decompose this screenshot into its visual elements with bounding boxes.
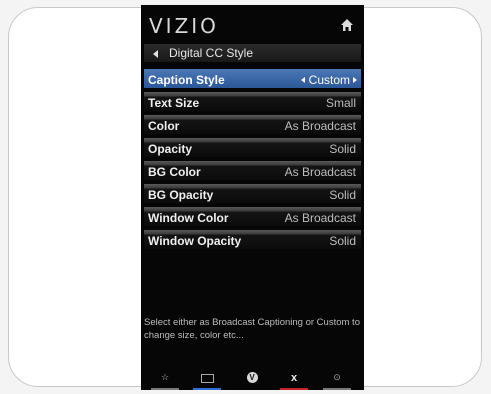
setting-label: Window Color [148,211,229,225]
setting-label: Opacity [148,142,193,156]
setting-label: BG Opacity [148,188,214,202]
setting-value: Solid [329,188,356,202]
settings-list: Caption Style Custom Text Size Small Col… [144,69,361,253]
menu-title-bar[interactable]: Digital CC Style [144,44,361,62]
setting-label: Color [148,119,180,133]
button-underline [151,388,179,390]
setting-label: Text Size [148,96,200,110]
home-icon[interactable] [340,18,354,32]
vizio-logo: VIZIO [149,14,219,38]
setting-row-bg-opacity[interactable]: BG Opacity Solid [144,184,361,203]
dot-icon: ⊙ [333,372,341,382]
setting-row-caption-style[interactable]: Caption Style Custom [144,69,361,88]
exit-button[interactable]: x [276,372,312,390]
button-underline [193,388,221,390]
setting-row-window-color[interactable]: Window Color As Broadcast [144,207,361,226]
setting-row-opacity[interactable]: Opacity Solid [144,138,361,157]
left-arrow-icon[interactable] [300,77,305,83]
right-arrow-icon[interactable] [353,77,357,83]
setting-value: Small [325,96,356,110]
star-icon: ☆ [160,372,170,382]
setting-row-bg-color[interactable]: BG Color As Broadcast [144,161,361,180]
button-underline [280,388,308,390]
input-button[interactable] [189,372,225,390]
menu-title: Digital CC Style [169,46,254,60]
setting-label: Caption Style [148,73,225,87]
help-description: Select either as Broadcast Captioning or… [144,317,360,341]
remote-button-bar: ☆ V x ⊙ [141,368,364,390]
setting-row-text-size[interactable]: Text Size Small [144,92,361,111]
setting-value: As Broadcast [284,211,356,225]
close-icon: x [290,372,298,384]
vizio-v-button[interactable]: V [234,372,270,386]
input-box-icon [200,374,214,383]
star-button[interactable]: ☆ [147,372,183,390]
setting-label: Window Opacity [148,234,242,248]
button-underline [323,388,351,390]
setting-value: Solid [329,234,356,248]
setting-value: As Broadcast [284,119,356,133]
setting-label: BG Color [148,165,201,179]
setting-row-color[interactable]: Color As Broadcast [144,115,361,134]
setting-value: Solid [329,142,356,156]
setting-value-text: Custom [308,73,350,87]
back-arrow-icon[interactable] [153,50,158,58]
setting-value[interactable]: Custom [300,73,357,87]
setting-value: As Broadcast [284,165,356,179]
setting-row-window-opacity[interactable]: Window Opacity Solid [144,230,361,249]
dot-button[interactable]: ⊙ [319,372,355,390]
tv-screen: VIZIO Digital CC Style Caption Style Cus… [141,5,364,390]
v-logo-icon: V [246,372,258,383]
